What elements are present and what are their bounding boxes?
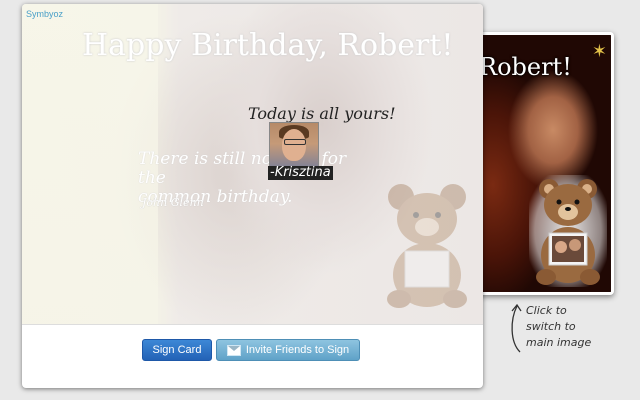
curved-arrow-icon: [511, 303, 522, 353]
avatar-glasses: [284, 139, 306, 145]
signature-message: Today is all yours!: [248, 104, 396, 123]
sign-card-button[interactable]: Sign Card: [142, 339, 212, 361]
teddy-bear-faded-icon: [387, 184, 467, 308]
hint-line: switch to: [526, 320, 576, 333]
hint-line: main image: [526, 336, 592, 349]
brand-logo[interactable]: Symbyoz: [26, 9, 63, 19]
envelope-icon: [226, 344, 241, 356]
preview-title: Robert!: [479, 53, 572, 81]
invite-friends-label: Invite Friends to Sign: [245, 344, 350, 356]
teddy-bear-icon: [536, 179, 600, 285]
avatar-face: [282, 129, 306, 161]
invite-friends-button[interactable]: Invite Friends to Sign: [216, 339, 360, 361]
confetti-icon: ✶: [591, 41, 607, 61]
app-stage: ✶ Robert! Symbyoz Happy Birthday, Robert…: [0, 0, 640, 400]
teddy-bear-image: [529, 175, 607, 287]
birthday-card: Symbyoz Happy Birthday, Robert! There is…: [22, 4, 483, 388]
quote-author: John Glenn: [142, 196, 204, 209]
signer-name: -Krisztina: [268, 165, 333, 180]
card-footer-divider: [22, 324, 483, 325]
card-headline: Happy Birthday, Robert!: [82, 28, 454, 63]
preview-card[interactable]: ✶ Robert!: [470, 32, 614, 295]
switch-image-hint: Click to switch to main image: [526, 303, 606, 351]
hint-line: Click to: [526, 304, 567, 317]
